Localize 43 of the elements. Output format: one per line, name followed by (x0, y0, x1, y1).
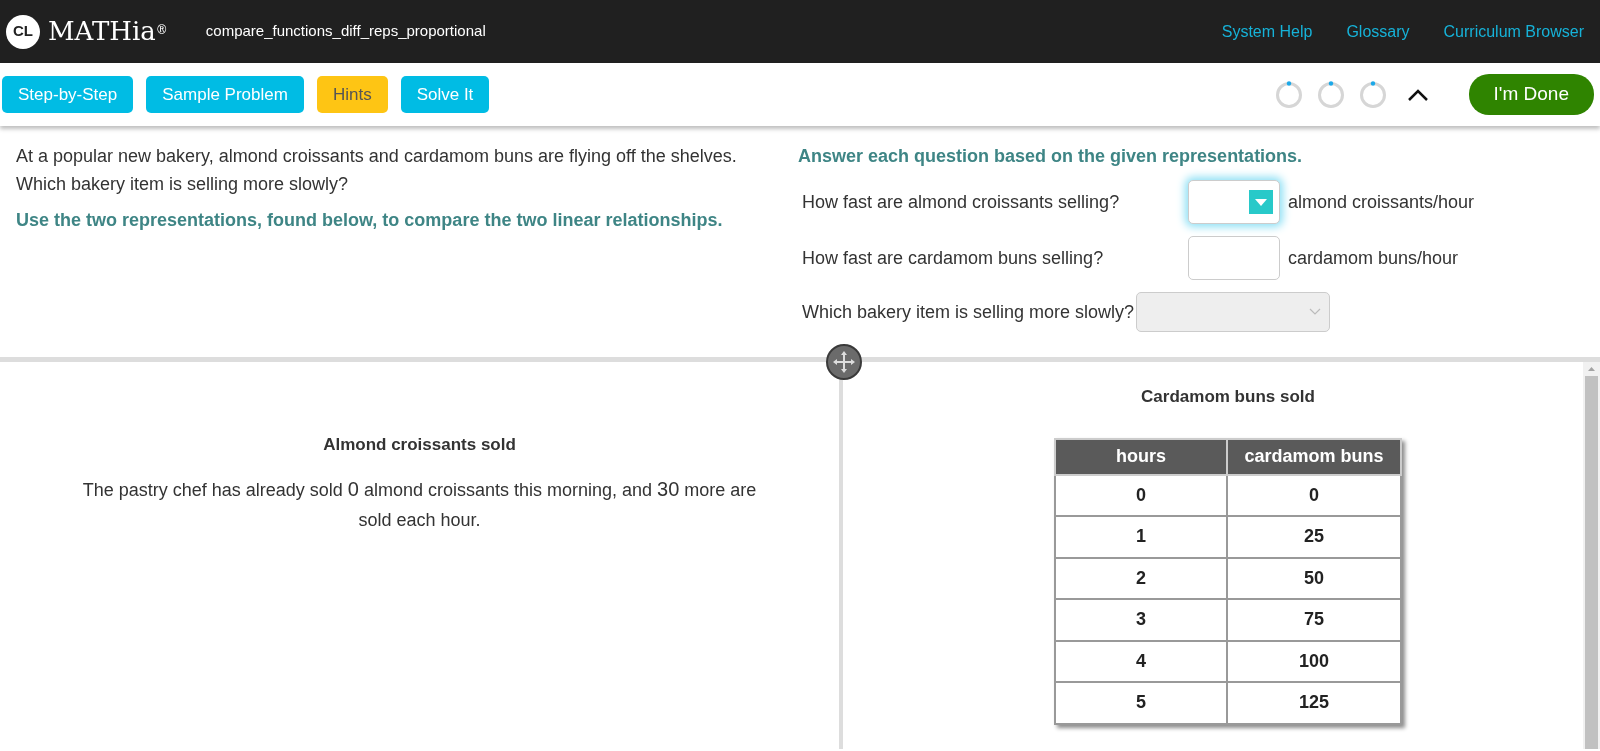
unit-label: cardamom buns/hour (1288, 246, 1459, 270)
problem-text: At a popular new bakery, almond croissants and cardamom buns are flying off the shelves. Which bakery item is selling more slowly? (16, 145, 738, 196)
panel-title: Cardamom buns sold (1141, 386, 1315, 408)
toolbar-button[interactable]: Hints (316, 75, 388, 114)
questions-heading: Answer each question based on the given representations. (798, 145, 1304, 168)
table-cell: 5 (1055, 682, 1227, 724)
table-cell: 0 (1227, 474, 1401, 516)
answer-field[interactable] (1188, 236, 1280, 280)
scrollbar[interactable] (1583, 362, 1600, 749)
question-text: How fast are cardamom buns selling? (801, 246, 1105, 270)
table-cell: 25 (1227, 516, 1401, 558)
table-cell: 50 (1227, 557, 1401, 599)
question-text: Which bakery item is selling more slowly? (801, 300, 1135, 324)
panel-title: Almond croissants sold (322, 434, 517, 456)
chevron-down-icon (1309, 308, 1322, 316)
dropdown-caret-icon[interactable] (1249, 190, 1273, 214)
table-cell: 4 (1055, 640, 1227, 682)
unit-label: almond croissants/hour (1288, 190, 1475, 214)
progress-circle-icon (1358, 80, 1387, 109)
column-header: hours (1055, 438, 1227, 475)
table-cell: 2 (1055, 557, 1227, 599)
chevron-up-icon[interactable] (1406, 87, 1429, 102)
statement-text: The pastry chef has already sold 0 almond croissants this morning, and 30 more are sold each hour. (81, 476, 758, 532)
header-link[interactable]: System Help (1221, 19, 1313, 44)
combo-field[interactable] (1188, 180, 1280, 224)
move-handle-icon[interactable] (826, 344, 862, 380)
column-header: cardamom buns (1227, 438, 1401, 475)
progress-circle-icon (1274, 80, 1303, 109)
table-cell: 75 (1227, 599, 1401, 641)
logo-icon: CL (6, 14, 40, 49)
question-text: How fast are almond croissants selling? (801, 190, 1121, 214)
table-cell: 0 (1055, 474, 1227, 516)
problem-name: compare_functions_diff_reps_proportional (205, 21, 486, 42)
instruction-text: Use the two representations, found below, to compare the two linear relationships. (16, 209, 724, 232)
header-link[interactable]: Curriculum Browser (1443, 19, 1584, 44)
table-cell: 125 (1227, 682, 1401, 724)
table-cell: 3 (1055, 599, 1227, 641)
table-cell: 1 (1055, 516, 1227, 558)
logo-text: MATHia$^{®}$ (48, 15, 168, 48)
progress-circle-icon (1316, 80, 1345, 109)
done-button[interactable]: I'm Done (1468, 74, 1594, 115)
table-cell: 100 (1227, 640, 1401, 682)
header-link[interactable]: Glossary (1346, 19, 1410, 44)
